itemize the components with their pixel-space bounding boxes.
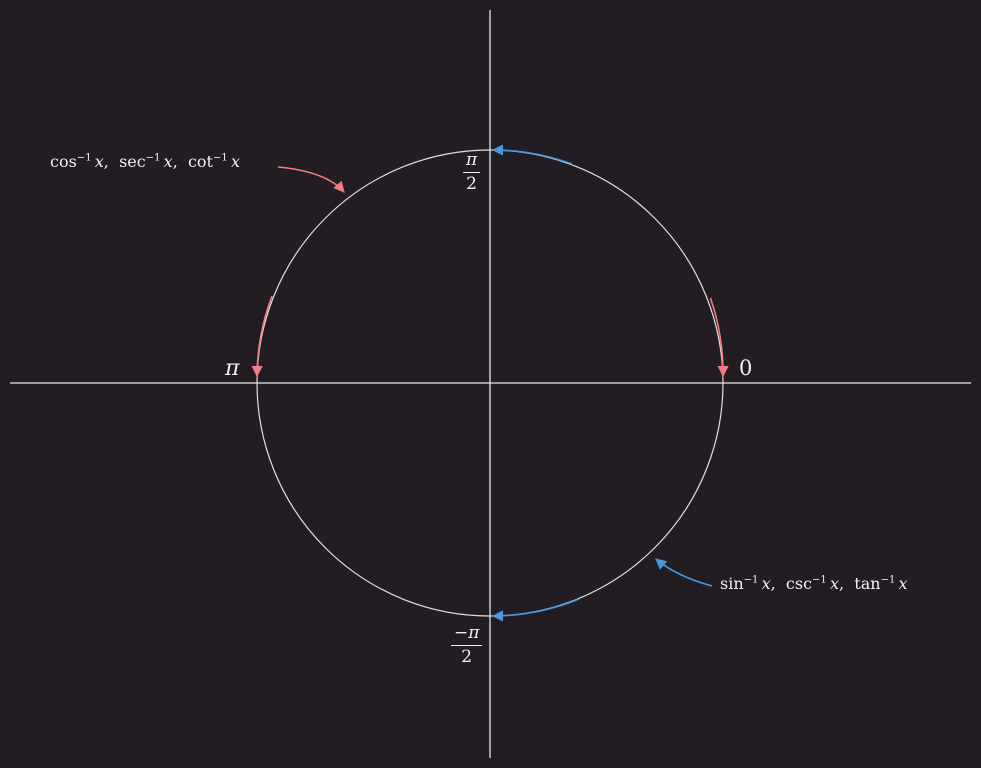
angle-label-neg-pi-half: −π 2 [451, 623, 483, 667]
cos-sec-cot-label: cos−1 x, sec−1 x, cot−1 x [50, 152, 240, 171]
angle-label-pi-half: π 2 [463, 150, 481, 194]
diagram-canvas [10, 10, 971, 758]
sin-range-arc-top [491, 144, 573, 165]
unit-circle-diagram: 0 π π 2 −π 2 cos−1 x, sec−1 x, cot−1 x s… [0, 0, 981, 768]
sin-range-arc-bottom [491, 598, 580, 622]
angle-label-pi: π [225, 356, 240, 381]
pi-half-numerator: π [466, 150, 478, 170]
neg-pi-half-denominator: 2 [461, 647, 473, 667]
cos-label-pointer [277, 166, 345, 193]
neg-pi-half-numerator: −π [454, 623, 480, 643]
cos-range-arc-right [709, 297, 729, 378]
pi-half-denominator: 2 [466, 174, 477, 194]
sin-csc-tan-label: sin−1 x, csc−1 x, tan−1 x [720, 574, 908, 593]
angle-label-zero: 0 [739, 356, 753, 380]
sin-label-pointer [655, 558, 713, 587]
